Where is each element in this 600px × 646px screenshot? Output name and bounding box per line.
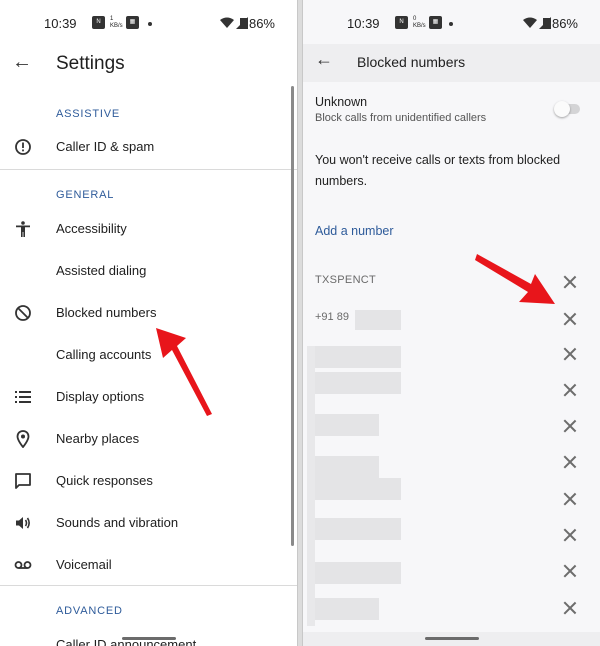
toggle-thumb bbox=[554, 101, 570, 117]
nfc-icon: N bbox=[395, 16, 408, 29]
setting-accessibility[interactable]: Accessibility bbox=[0, 209, 297, 251]
setting-caller-id-spam[interactable]: Caller ID & spam bbox=[0, 127, 297, 169]
redacted-area bbox=[311, 414, 379, 436]
setting-label: Nearby places bbox=[56, 431, 140, 446]
remove-icon[interactable] bbox=[562, 274, 578, 290]
redacted-area bbox=[311, 456, 379, 478]
blocked-info-text: You won't receive calls or texts from bl… bbox=[315, 153, 561, 188]
status-time: 10:39 bbox=[347, 16, 380, 31]
data-speed-icon: 0 KB/s bbox=[413, 16, 426, 29]
voicemail-icon bbox=[14, 561, 32, 569]
chat-bubble-icon bbox=[15, 473, 31, 489]
section-general: GENERAL bbox=[56, 189, 115, 201]
setting-voicemail[interactable]: Voicemail bbox=[0, 545, 297, 587]
section-divider bbox=[0, 169, 297, 170]
section-advanced: ADVANCED bbox=[56, 605, 123, 617]
data-speed-icon: 1 KB/s bbox=[110, 16, 123, 29]
unknown-toggle[interactable] bbox=[554, 101, 580, 117]
redacted-area bbox=[311, 346, 401, 368]
section-divider bbox=[0, 585, 297, 586]
blocked-app-bar: ← Blocked numbers bbox=[303, 44, 600, 82]
alert-circle-icon bbox=[15, 139, 31, 155]
remove-icon[interactable] bbox=[562, 382, 578, 398]
back-arrow-icon[interactable]: ← bbox=[12, 51, 32, 74]
unknown-callers-row[interactable]: Unknown Block calls from unidentified ca… bbox=[303, 86, 600, 130]
setting-assisted-dialing[interactable]: Assisted dialing bbox=[0, 251, 297, 293]
page-title: Blocked numbers bbox=[357, 54, 466, 70]
location-pin-icon bbox=[16, 430, 30, 448]
remove-icon[interactable] bbox=[562, 491, 578, 507]
settings-screen: 10:39 N 1 KB/s ▦ 86% ← Settings ASSISTIVE… bbox=[0, 0, 298, 646]
volume-icon bbox=[16, 517, 30, 529]
remove-icon[interactable] bbox=[562, 418, 578, 434]
back-arrow-icon[interactable]: ← bbox=[315, 49, 333, 70]
setting-label: Assisted dialing bbox=[56, 263, 147, 278]
blocked-entry-number: +91 89 bbox=[315, 311, 349, 323]
redacted-area bbox=[311, 372, 401, 394]
red-arrow-annotation bbox=[475, 254, 555, 304]
red-arrow-annotation bbox=[156, 328, 212, 416]
list-icon bbox=[15, 391, 31, 403]
app-notification-icon: ▦ bbox=[429, 16, 442, 29]
redacted-area bbox=[355, 310, 401, 330]
redacted-area bbox=[311, 598, 379, 620]
status-time: 10:39 bbox=[44, 16, 77, 31]
remove-icon[interactable] bbox=[562, 311, 578, 327]
blocked-entry-name: TXSPENCT bbox=[315, 274, 377, 286]
battery-icon bbox=[542, 18, 550, 29]
setting-label: Calling accounts bbox=[56, 347, 152, 362]
remove-icon[interactable] bbox=[562, 454, 578, 470]
status-bar: 10:39 N 0 KB/s ▦ 86% bbox=[303, 14, 600, 34]
gesture-nav-handle[interactable] bbox=[122, 637, 176, 640]
setting-nearby-places[interactable]: Nearby places bbox=[0, 419, 297, 461]
remove-icon[interactable] bbox=[562, 346, 578, 362]
setting-label: Caller ID & spam bbox=[56, 139, 155, 154]
wifi-icon bbox=[523, 17, 537, 28]
redacted-area bbox=[307, 346, 315, 626]
status-bar: 10:39 N 1 KB/s ▦ 86% bbox=[0, 14, 297, 34]
setting-label: Display options bbox=[56, 389, 145, 404]
setting-label: Voicemail bbox=[56, 557, 112, 572]
redacted-area bbox=[311, 562, 401, 584]
page-title: Settings bbox=[56, 53, 125, 74]
block-icon bbox=[15, 305, 31, 321]
battery-level: 86% bbox=[542, 16, 578, 31]
accessibility-icon bbox=[16, 221, 30, 237]
setting-display-options[interactable]: Display options bbox=[0, 377, 297, 419]
setting-calling-accounts[interactable]: Calling accounts bbox=[0, 335, 297, 377]
unknown-subtitle: Block calls from unidentified callers bbox=[315, 112, 487, 124]
setting-label: Quick responses bbox=[56, 473, 153, 488]
settings-app-bar: ← Settings bbox=[0, 50, 297, 80]
remove-icon[interactable] bbox=[562, 563, 578, 579]
app-notification-icon: ▦ bbox=[126, 16, 139, 29]
scrollbar[interactable] bbox=[291, 86, 294, 546]
redacted-area bbox=[311, 478, 401, 500]
more-notifications-dot-icon bbox=[449, 22, 453, 26]
nfc-icon: N bbox=[92, 16, 105, 29]
redacted-area bbox=[311, 518, 401, 540]
add-number-link[interactable]: Add a number bbox=[315, 224, 394, 238]
setting-label: Accessibility bbox=[56, 221, 127, 236]
battery-icon bbox=[239, 18, 247, 29]
more-notifications-dot-icon bbox=[148, 22, 152, 26]
section-assistive: ASSISTIVE bbox=[56, 108, 121, 120]
remove-icon[interactable] bbox=[562, 600, 578, 616]
setting-quick-responses[interactable]: Quick responses bbox=[0, 461, 297, 503]
setting-label: Sounds and vibration bbox=[56, 515, 179, 530]
remove-icon[interactable] bbox=[562, 527, 578, 543]
gesture-nav-handle[interactable] bbox=[425, 637, 479, 640]
setting-blocked-numbers[interactable]: Blocked numbers bbox=[0, 293, 297, 335]
unknown-title: Unknown bbox=[315, 95, 368, 109]
setting-sounds-vibration[interactable]: Sounds and vibration bbox=[0, 503, 297, 545]
wifi-icon bbox=[220, 17, 234, 28]
setting-label: Blocked numbers bbox=[56, 305, 157, 320]
blocked-numbers-screen: 10:39 N 0 KB/s ▦ 86% ← Blocked numbers Un… bbox=[302, 0, 600, 646]
battery-level: 86% bbox=[239, 16, 275, 31]
blocked-entry: +91 89 bbox=[303, 305, 600, 331]
